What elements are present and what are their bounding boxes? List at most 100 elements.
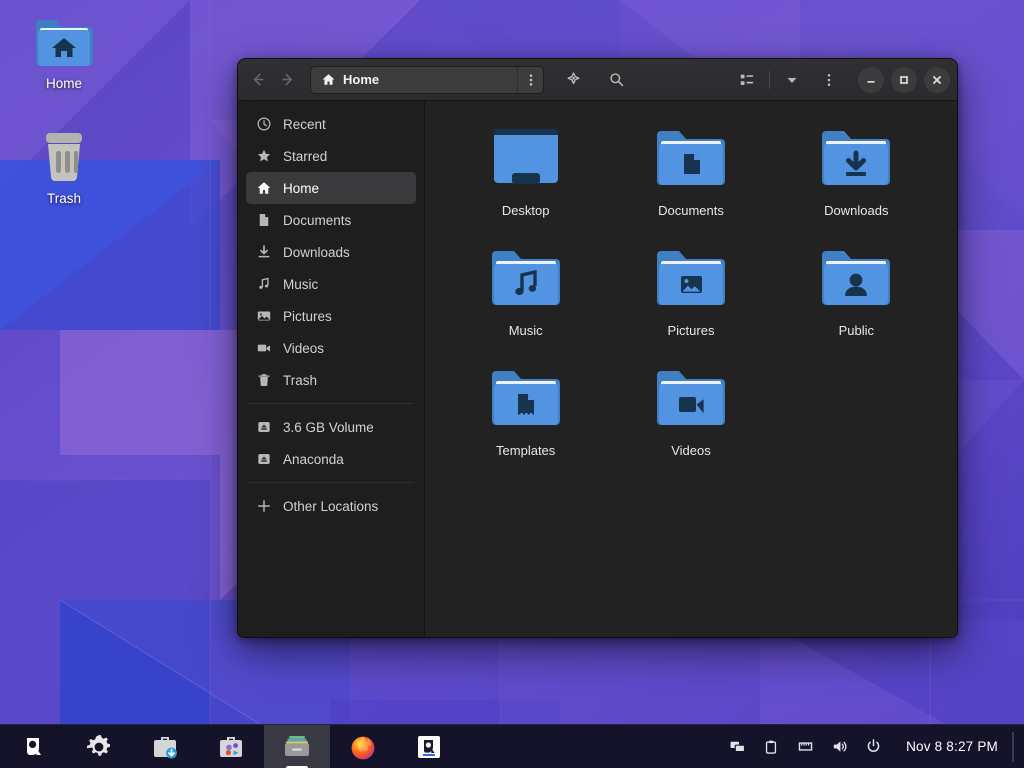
view-mode-button[interactable] xyxy=(733,66,761,94)
close-icon xyxy=(931,74,943,86)
taskbar-app-settings[interactable] xyxy=(66,725,132,768)
file-item-public[interactable]: Public xyxy=(774,235,939,345)
tray-power-button[interactable] xyxy=(856,725,890,768)
vertical-dots-icon xyxy=(524,73,538,87)
taskbar-app-software-updater[interactable] xyxy=(132,725,198,768)
sidebar-item-music[interactable]: Music xyxy=(246,268,416,300)
launcher-logo-icon xyxy=(19,733,47,761)
pathbar[interactable]: Home xyxy=(310,66,544,94)
desktop-folder-icon xyxy=(486,121,566,197)
document-icon xyxy=(256,212,272,228)
home-icon xyxy=(321,72,336,87)
file-item-pictures[interactable]: Pictures xyxy=(608,235,773,345)
taskbar-clock[interactable]: Nov 8 8:27 PM xyxy=(890,739,1012,754)
file-manager-window: Home xyxy=(237,58,958,638)
minimize-icon xyxy=(865,74,877,86)
trash-icon xyxy=(36,127,92,185)
file-item-desktop[interactable]: Desktop xyxy=(443,115,608,225)
desktop-icon-home[interactable]: Home xyxy=(12,14,116,91)
sidebar-item-label: Other Locations xyxy=(283,499,378,514)
vertical-dots-icon xyxy=(822,73,836,87)
sidebar-item-videos[interactable]: Videos xyxy=(246,332,416,364)
sidebar-item-home[interactable]: Home xyxy=(246,172,416,204)
taskbar-app-screenshot-tool[interactable] xyxy=(396,725,462,768)
sidebar-item-starred[interactable]: Starred xyxy=(246,140,416,172)
location-button[interactable] xyxy=(559,66,587,94)
view-dropdown-button[interactable] xyxy=(778,66,806,94)
breadcrumb-home[interactable]: Home xyxy=(311,72,379,87)
file-label: Templates xyxy=(496,443,555,459)
firefox-icon xyxy=(348,732,378,762)
sidebar-item-downloads[interactable]: Downloads xyxy=(246,236,416,268)
file-item-documents[interactable]: Documents xyxy=(608,115,773,225)
video-camera-icon xyxy=(256,340,272,356)
search-button[interactable] xyxy=(602,66,630,94)
file-list-area[interactable]: Desktop Documents xyxy=(425,101,957,637)
sidebar-divider xyxy=(248,482,414,483)
file-item-videos[interactable]: Videos xyxy=(608,355,773,465)
sidebar-item-recent[interactable]: Recent xyxy=(246,108,416,140)
trash-icon xyxy=(256,372,272,388)
desktop-icon-label: Home xyxy=(46,76,82,91)
sidebar-item-label: Anaconda xyxy=(283,452,344,467)
sidebar-item-label: Pictures xyxy=(283,309,332,324)
file-item-downloads[interactable]: Downloads xyxy=(774,115,939,225)
store-bag-icon xyxy=(216,732,246,762)
sidebar: Recent Starred Home Documents xyxy=(238,101,425,637)
plus-icon xyxy=(256,498,272,514)
videos-folder-icon xyxy=(651,361,731,437)
pathbar-menu-button[interactable] xyxy=(517,67,543,93)
tray-workspaces-button[interactable] xyxy=(720,725,754,768)
minimize-button[interactable] xyxy=(858,67,884,93)
sidebar-item-label: Music xyxy=(283,277,318,292)
arrow-left-icon xyxy=(250,71,267,88)
power-icon xyxy=(865,738,882,755)
sidebar-item-other-locations[interactable]: Other Locations xyxy=(246,490,416,522)
drive-eject-icon xyxy=(256,419,272,435)
taskbar-edge-handle[interactable] xyxy=(1012,732,1014,762)
gear-icon xyxy=(84,732,114,762)
file-label: Videos xyxy=(671,443,711,459)
file-label: Downloads xyxy=(824,203,888,219)
home-icon xyxy=(256,180,272,196)
downloads-folder-icon xyxy=(816,121,896,197)
home-folder-icon xyxy=(33,14,95,70)
desktop-icon-trash[interactable]: Trash xyxy=(12,127,116,206)
sidebar-item-trash[interactable]: Trash xyxy=(246,364,416,396)
image-icon xyxy=(256,308,272,324)
taskbar-app-firefox[interactable] xyxy=(330,725,396,768)
clock-icon xyxy=(256,116,272,132)
sidebar-item-documents[interactable]: Documents xyxy=(246,204,416,236)
maximize-button[interactable] xyxy=(891,67,917,93)
search-icon xyxy=(608,71,625,88)
desktop-icon-label: Trash xyxy=(47,191,81,206)
clipboard-icon xyxy=(763,739,779,755)
back-button[interactable] xyxy=(245,66,271,94)
pictures-folder-icon xyxy=(651,241,731,317)
file-label: Documents xyxy=(658,203,724,219)
sidebar-item-pictures[interactable]: Pictures xyxy=(246,300,416,332)
main-menu-button[interactable] xyxy=(815,66,843,94)
forward-button[interactable] xyxy=(274,66,300,94)
file-label: Pictures xyxy=(668,323,715,339)
maximize-icon xyxy=(898,74,910,86)
screenshot-app-icon xyxy=(415,733,443,761)
tray-volume-button[interactable] xyxy=(822,725,856,768)
documents-folder-icon xyxy=(651,121,731,197)
taskbar-app-launcher[interactable] xyxy=(0,725,66,768)
file-grid: Desktop Documents xyxy=(443,115,939,465)
tray-network-button[interactable] xyxy=(788,725,822,768)
sidebar-item-volume[interactable]: 3.6 GB Volume xyxy=(246,411,416,443)
file-item-templates[interactable]: Templates xyxy=(443,355,608,465)
taskbar-app-software-store[interactable] xyxy=(198,725,264,768)
taskbar-app-files[interactable] xyxy=(264,725,330,768)
sidebar-item-anaconda[interactable]: Anaconda xyxy=(246,443,416,475)
tray-clipboard-button[interactable] xyxy=(754,725,788,768)
file-item-music[interactable]: Music xyxy=(443,235,608,345)
close-button[interactable] xyxy=(924,67,950,93)
download-icon xyxy=(256,244,272,260)
toolbar-separator xyxy=(769,71,770,89)
sidebar-item-label: Recent xyxy=(283,117,326,132)
templates-folder-icon xyxy=(486,361,566,437)
update-bag-icon xyxy=(150,732,180,762)
